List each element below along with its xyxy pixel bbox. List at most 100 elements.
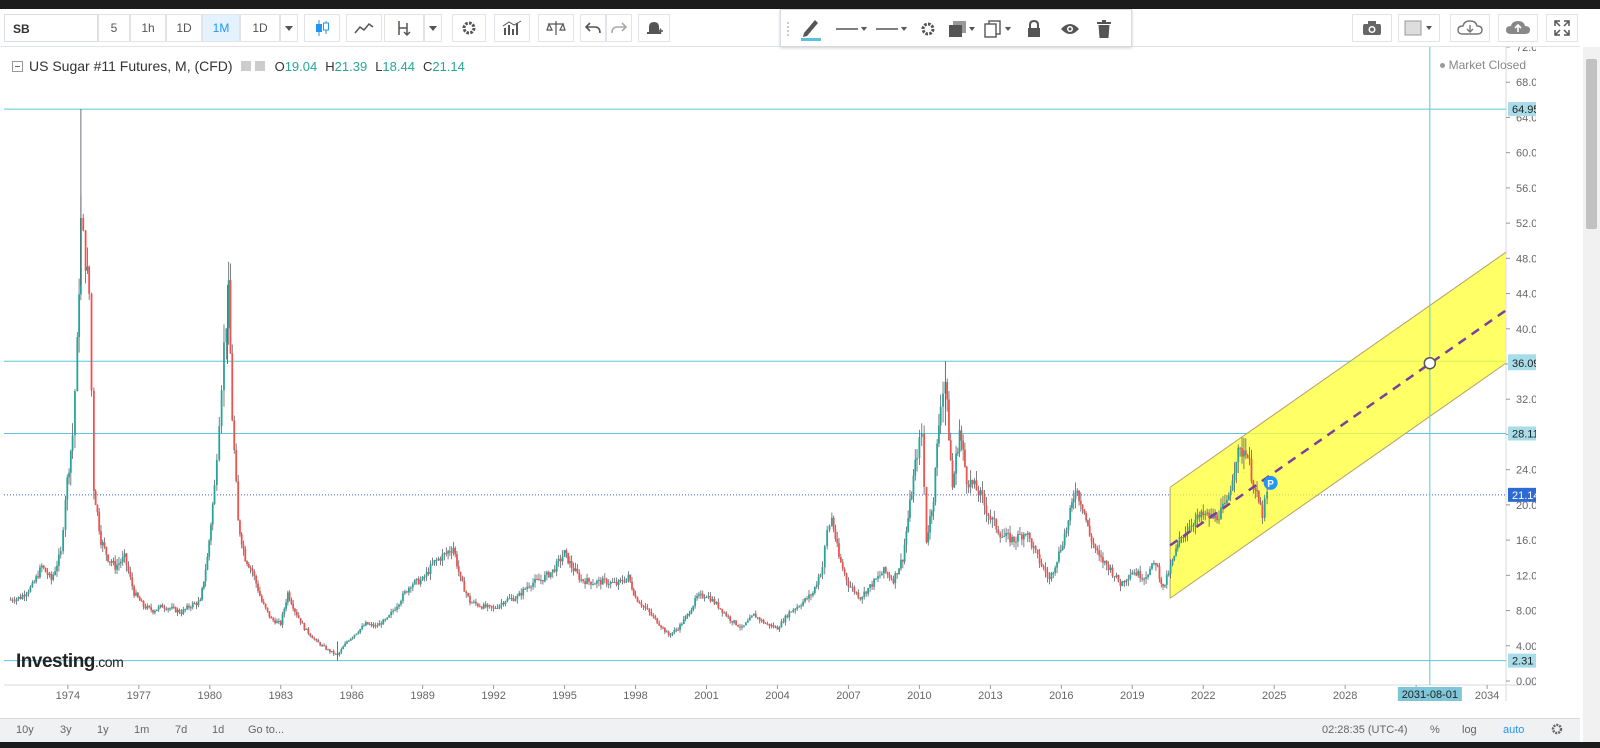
- scrollbar-thumb[interactable]: [1586, 59, 1597, 229]
- chart-area[interactable]: P0.004.008.0012.0016.0020.0024.0028.0032…: [4, 47, 1536, 701]
- scales-icon[interactable]: [538, 14, 574, 42]
- range-10y-button[interactable]: 10y: [16, 724, 34, 736]
- candle-down: [890, 577, 893, 580]
- candle-up: [665, 631, 668, 633]
- candle-down: [810, 594, 812, 596]
- layer-order-icon[interactable]: [945, 14, 979, 44]
- interval-dropdown-button[interactable]: 1D: [240, 14, 280, 42]
- x-axis-tick-label: 1995: [552, 690, 576, 701]
- candle-down: [631, 581, 633, 590]
- candle-up: [1074, 492, 1077, 499]
- interval-1d-button[interactable]: 1D: [166, 14, 202, 42]
- indicators-icon[interactable]: [346, 14, 382, 42]
- settings-gear-icon[interactable]: [452, 14, 486, 42]
- candle-up: [1003, 536, 1006, 538]
- range-1m-button[interactable]: 1m: [134, 724, 149, 736]
- cloud-save-icon[interactable]: [1498, 14, 1538, 42]
- candle-down: [417, 578, 420, 585]
- interval-1h-button[interactable]: 1h: [130, 14, 166, 42]
- candle-up: [545, 571, 548, 575]
- compare-chevron-icon[interactable]: [424, 14, 442, 42]
- candle-up: [1131, 572, 1134, 575]
- candle-down: [1141, 578, 1144, 580]
- fullscreen-icon[interactable]: [1546, 14, 1578, 42]
- candle-up: [392, 610, 395, 612]
- compare-icon[interactable]: [384, 14, 424, 42]
- candle-down: [1254, 488, 1257, 491]
- candle-down: [652, 615, 655, 617]
- candle-up: [540, 580, 542, 582]
- interval-chevron-icon[interactable]: [280, 14, 298, 42]
- candle-up: [59, 551, 62, 555]
- candle-down: [1096, 548, 1099, 551]
- trash-icon[interactable]: [1089, 14, 1119, 44]
- interval-5-button[interactable]: 5: [98, 14, 130, 42]
- candle-up: [321, 645, 324, 647]
- pencil-color-icon[interactable]: [795, 14, 827, 44]
- candle-down: [244, 548, 247, 562]
- alert-bell-icon[interactable]: [638, 14, 670, 42]
- candle-up: [443, 553, 446, 555]
- bottom-settings-icon[interactable]: [1550, 722, 1564, 739]
- candle-up: [281, 614, 284, 625]
- investing-logo: Investing.com: [16, 651, 124, 672]
- candle-down: [445, 553, 448, 555]
- candle-up: [276, 621, 278, 624]
- candle-down: [1042, 565, 1045, 568]
- range-1d-button[interactable]: 1d: [212, 724, 224, 736]
- clone-icon[interactable]: [981, 14, 1015, 44]
- candle-up: [1058, 551, 1060, 562]
- line-width-icon[interactable]: [833, 14, 869, 44]
- candle-up: [218, 426, 221, 461]
- candle-up: [958, 430, 961, 453]
- visibility-eye-icon[interactable]: [1055, 14, 1085, 44]
- candle-down: [1034, 546, 1037, 550]
- candle-up: [9, 599, 12, 601]
- line-style-icon[interactable]: [873, 14, 909, 44]
- candle-down: [776, 626, 779, 630]
- log-scale-button[interactable]: log: [1462, 724, 1477, 736]
- candle-down: [727, 616, 730, 618]
- candle-up: [1137, 570, 1140, 576]
- drawing-settings-icon[interactable]: [913, 14, 943, 44]
- cloud-load-icon[interactable]: [1450, 14, 1490, 42]
- range-7d-button[interactable]: 7d: [175, 724, 187, 736]
- redo-icon[interactable]: [606, 14, 632, 42]
- candle-up: [903, 544, 906, 562]
- candle-up: [715, 602, 718, 604]
- legend-eye-icon[interactable]: [240, 61, 251, 71]
- auto-scale-button[interactable]: auto: [1503, 724, 1524, 736]
- x-axis-tick-label: 1992: [481, 690, 505, 701]
- candle-up: [169, 608, 171, 610]
- candle-down: [260, 595, 263, 602]
- x-axis-tick-label: 2016: [1049, 690, 1073, 701]
- candle-down: [588, 578, 590, 582]
- candle-up: [549, 572, 552, 578]
- range-1y-button[interactable]: 1y: [97, 724, 109, 736]
- vertical-scrollbar[interactable]: [1583, 47, 1600, 742]
- percent-scale-button[interactable]: %: [1430, 724, 1440, 736]
- undo-icon[interactable]: [580, 14, 606, 42]
- candle-down: [656, 618, 659, 624]
- price-tag-label: 28.11: [1512, 428, 1536, 440]
- study-icon[interactable]: [494, 14, 530, 42]
- legend-settings-icon[interactable]: [254, 61, 265, 71]
- candle-up: [551, 569, 554, 573]
- camera-icon[interactable]: [1352, 14, 1392, 42]
- candle-down: [636, 597, 639, 602]
- y-axis-tick-label: 56.00: [1516, 183, 1536, 195]
- drag-handle-icon[interactable]: [786, 21, 790, 37]
- interval-1m-button[interactable]: 1M: [202, 14, 240, 42]
- lock-icon[interactable]: [1019, 14, 1049, 44]
- range-3y-button[interactable]: 3y: [60, 724, 72, 736]
- candle-style-icon[interactable]: [304, 14, 340, 42]
- collapse-legend-icon[interactable]: [12, 60, 23, 72]
- goto-date-button[interactable]: Go to...: [248, 724, 284, 736]
- layout-select-icon[interactable]: [1398, 14, 1440, 42]
- candle-down: [1158, 566, 1161, 579]
- symbol-input[interactable]: SB: [4, 14, 98, 42]
- price-chart[interactable]: P0.004.008.0012.0016.0020.0024.0028.0032…: [4, 47, 1536, 701]
- high-value: 21.39: [334, 58, 368, 74]
- candle-down: [193, 603, 196, 605]
- candle-down: [836, 538, 839, 544]
